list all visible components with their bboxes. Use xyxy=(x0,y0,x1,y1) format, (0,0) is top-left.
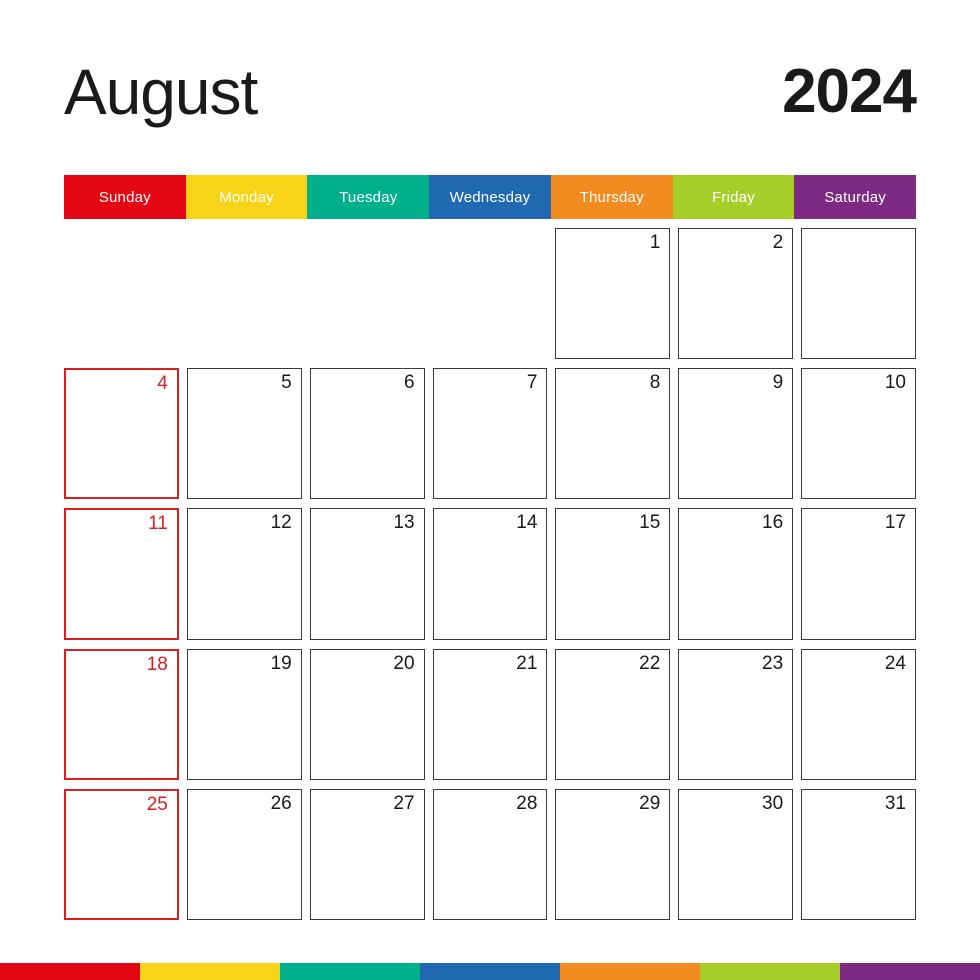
day-cell-empty xyxy=(310,228,425,359)
day-cell-5[interactable]: 5 xyxy=(186,368,302,500)
day-cell-16[interactable]: 16 xyxy=(678,508,794,640)
weekday-label: Saturday xyxy=(824,188,886,206)
day-number: 7 xyxy=(526,372,538,394)
day-number: 26 xyxy=(270,792,292,814)
day-cell-10[interactable]: 10 xyxy=(801,368,916,500)
day-number: 8 xyxy=(649,372,661,394)
strip-band-0 xyxy=(0,963,140,980)
day-number: 22 xyxy=(639,652,661,674)
calendar-grid: 1 2 4 5 6 7 8 9 10 11 12 13 14 15 16 17 18 19 20 21 22 23 24 25… xyxy=(64,228,916,920)
day-number: 16 xyxy=(762,512,784,534)
day-cell-empty xyxy=(433,228,548,359)
day-number: 4 xyxy=(157,373,168,395)
strip-band-5 xyxy=(700,963,840,980)
calendar-title-row: August 2024 xyxy=(64,52,917,132)
weekday-label: Sunday xyxy=(98,188,151,206)
day-cell-15[interactable]: 15 xyxy=(555,508,671,640)
day-cell-1[interactable]: 1 xyxy=(555,228,671,360)
day-number: 15 xyxy=(639,512,661,534)
strip-band-1 xyxy=(140,963,280,980)
day-number: 30 xyxy=(762,792,784,814)
bottom-color-strip xyxy=(0,963,980,980)
weekday-header-tuesday: Tuesday xyxy=(307,175,430,219)
day-cell-19[interactable]: 19 xyxy=(186,648,302,780)
day-number: 31 xyxy=(884,792,906,814)
day-cell-28[interactable]: 28 xyxy=(432,788,548,920)
day-number: 18 xyxy=(146,653,168,675)
month-title: August xyxy=(64,56,258,128)
weekday-label: Thursday xyxy=(579,188,644,206)
day-cell-27[interactable]: 27 xyxy=(309,788,425,920)
strip-band-4 xyxy=(560,963,700,980)
weekday-header-wednesday: Wednesday xyxy=(429,175,551,219)
day-number: 5 xyxy=(281,372,292,394)
day-cell-4[interactable]: 4 xyxy=(64,368,179,500)
day-number: 1 xyxy=(649,232,661,253)
day-number: 23 xyxy=(762,652,784,674)
day-number: 10 xyxy=(884,372,906,394)
day-number: 6 xyxy=(403,372,415,394)
weekday-label: Tuesday xyxy=(339,188,398,206)
weekday-header-sunday: Sunday xyxy=(64,175,186,219)
weekday-label: Wednesday xyxy=(449,188,531,206)
day-cell-7[interactable]: 7 xyxy=(432,368,548,500)
day-number: 20 xyxy=(393,652,415,674)
day-cell-17[interactable]: 17 xyxy=(801,508,916,640)
day-number: 27 xyxy=(393,792,415,814)
strip-band-2 xyxy=(280,963,420,980)
day-number: 24 xyxy=(884,652,906,674)
day-cell-26[interactable]: 26 xyxy=(186,788,302,920)
day-number: 11 xyxy=(148,513,168,535)
day-number: 14 xyxy=(516,512,538,534)
day-number: 25 xyxy=(146,793,168,815)
day-number: 17 xyxy=(884,512,906,534)
weekday-label: Friday xyxy=(712,188,755,206)
day-cell-9[interactable]: 9 xyxy=(678,368,794,500)
day-number: 12 xyxy=(270,512,292,534)
day-cell-12[interactable]: 12 xyxy=(186,508,302,640)
day-cell-11[interactable]: 11 xyxy=(64,508,179,640)
day-number: 2 xyxy=(772,232,784,253)
day-cell-31[interactable]: 31 xyxy=(801,788,916,920)
weekday-header-thursday: Thursday xyxy=(550,175,673,219)
day-cell-23[interactable]: 23 xyxy=(678,648,794,780)
day-number: 9 xyxy=(772,372,784,394)
day-cell-25[interactable]: 25 xyxy=(64,788,179,920)
day-cell-21[interactable]: 21 xyxy=(432,648,548,780)
day-cell-14[interactable]: 14 xyxy=(432,508,548,640)
year-title: 2024 xyxy=(782,57,917,126)
day-cell-13[interactable]: 13 xyxy=(309,508,425,640)
weekday-header-monday: Monday xyxy=(185,175,308,219)
weekday-label: Monday xyxy=(219,188,274,206)
weekday-header-saturday: Saturday xyxy=(794,175,917,219)
day-cell-29[interactable]: 29 xyxy=(555,788,671,920)
day-number: 21 xyxy=(516,652,538,674)
weekday-header-bar: Sunday Monday Tuesday Wednesday Thursday Frid… xyxy=(64,175,917,219)
strip-band-3 xyxy=(420,963,560,980)
day-cell-empty xyxy=(187,228,302,359)
day-cell-22[interactable]: 22 xyxy=(555,648,671,780)
day-cell-18[interactable]: 18 xyxy=(64,648,179,780)
day-cell-empty[interactable] xyxy=(801,228,916,360)
day-cell-8[interactable]: 8 xyxy=(555,368,671,500)
day-cell-24[interactable]: 24 xyxy=(801,648,916,780)
strip-band-6 xyxy=(840,963,980,980)
day-cell-6[interactable]: 6 xyxy=(309,368,425,500)
calendar-page: August 2024 Sunday Monday Tuesday Wednesday… xyxy=(0,0,980,980)
day-number: 29 xyxy=(639,792,661,814)
day-cell-20[interactable]: 20 xyxy=(309,648,425,780)
day-cell-30[interactable]: 30 xyxy=(678,788,794,920)
day-number: 19 xyxy=(270,652,292,674)
weekday-header-friday: Friday xyxy=(672,175,795,219)
day-number: 13 xyxy=(393,512,415,534)
day-cell-empty xyxy=(64,228,179,359)
day-cell-2[interactable]: 2 xyxy=(678,228,794,360)
day-number: 28 xyxy=(516,792,538,814)
